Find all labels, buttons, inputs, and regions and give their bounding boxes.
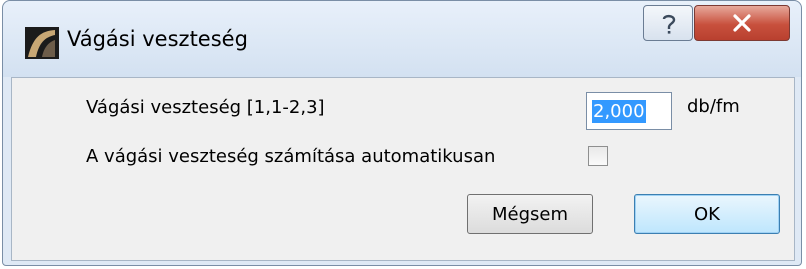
question-mark-icon <box>662 14 676 34</box>
cutting-loss-value: 2,000 <box>592 100 646 123</box>
ok-button[interactable]: OK <box>634 194 780 234</box>
auto-calc-checkbox[interactable] <box>588 146 608 166</box>
cutting-loss-label: Vágási veszteség [1,1-2,3] <box>86 97 325 118</box>
cutting-loss-input[interactable]: 2,000 <box>586 92 672 130</box>
title-bar[interactable]: Vágási veszteség <box>3 1 801 77</box>
dialog-body: Vágási veszteség [1,1-2,3] 2,000 db/fm A… <box>11 77 795 261</box>
dialog-window: Vágási veszteség Vágási veszteség [1,1-2… <box>2 0 802 266</box>
auto-calc-label: A vágási veszteség számítása automatikus… <box>86 146 496 167</box>
close-x-icon <box>733 14 751 32</box>
archicad-icon <box>25 27 59 59</box>
help-button[interactable] <box>643 5 693 41</box>
window-title: Vágási veszteség <box>67 27 248 51</box>
cancel-button[interactable]: Mégsem <box>467 194 593 234</box>
close-button[interactable] <box>694 5 790 41</box>
unit-label: db/fm <box>687 96 740 117</box>
